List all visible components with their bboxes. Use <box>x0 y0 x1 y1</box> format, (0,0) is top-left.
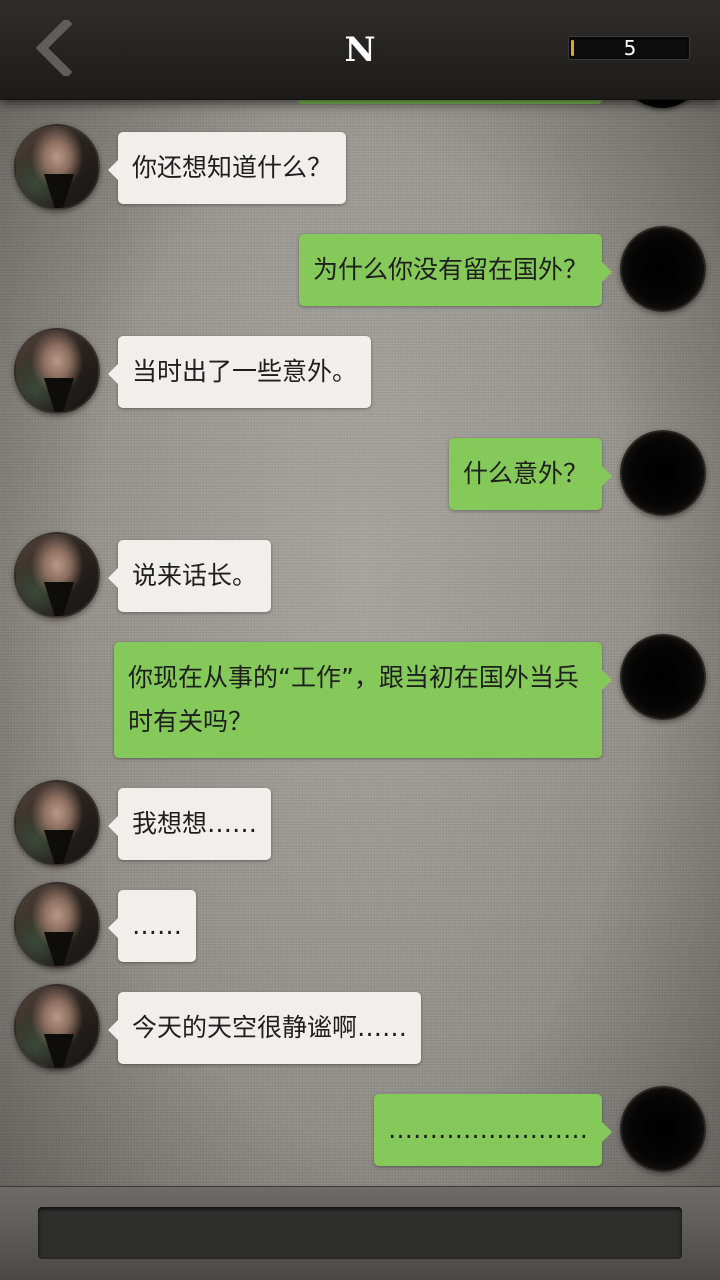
my-message-bubble: 什么意外？ <box>448 438 613 510</box>
my-avatar[interactable] <box>620 634 706 720</box>
friend-message-bubble: …… <box>108 890 196 962</box>
my-avatar[interactable] <box>620 1086 706 1172</box>
friend-message-bubble: 当时出了一些意外。 <box>107 336 372 408</box>
friend-avatar[interactable] <box>14 780 100 866</box>
my-message-bubble: 为什么你没有留在国外？ <box>298 234 613 306</box>
counter-value: 5 <box>623 36 637 60</box>
friend-message-bubble: 我想想…… <box>107 788 272 860</box>
friend-message-bubble: 你还想知道什么？ <box>107 132 347 204</box>
back-button[interactable] <box>30 17 80 79</box>
chevron-left-icon <box>35 17 73 79</box>
friend-avatar[interactable] <box>14 124 100 210</box>
my-avatar[interactable] <box>620 226 706 312</box>
chat-title: N <box>344 30 376 70</box>
my-message-bubble: …………………… <box>374 1094 612 1166</box>
friend-message-bubble: 说来话长。 <box>107 540 272 612</box>
reply-input[interactable] <box>38 1207 682 1259</box>
bottom-bar <box>0 1186 720 1280</box>
friend-avatar[interactable] <box>14 984 100 1070</box>
top-bar: N 5 <box>0 0 720 100</box>
friend-avatar[interactable] <box>14 882 100 968</box>
friend-avatar[interactable] <box>14 328 100 414</box>
my-message-bubble: 你现在从事的“工作”，跟当初在国外当兵时有关吗？ <box>114 642 612 758</box>
friend-avatar[interactable] <box>14 532 100 618</box>
friend-message-bubble: 今天的天空很静谧啊…… <box>107 992 422 1064</box>
my-avatar[interactable] <box>620 430 706 516</box>
chat-background <box>0 0 720 1280</box>
message-counter: 5 <box>568 36 690 60</box>
